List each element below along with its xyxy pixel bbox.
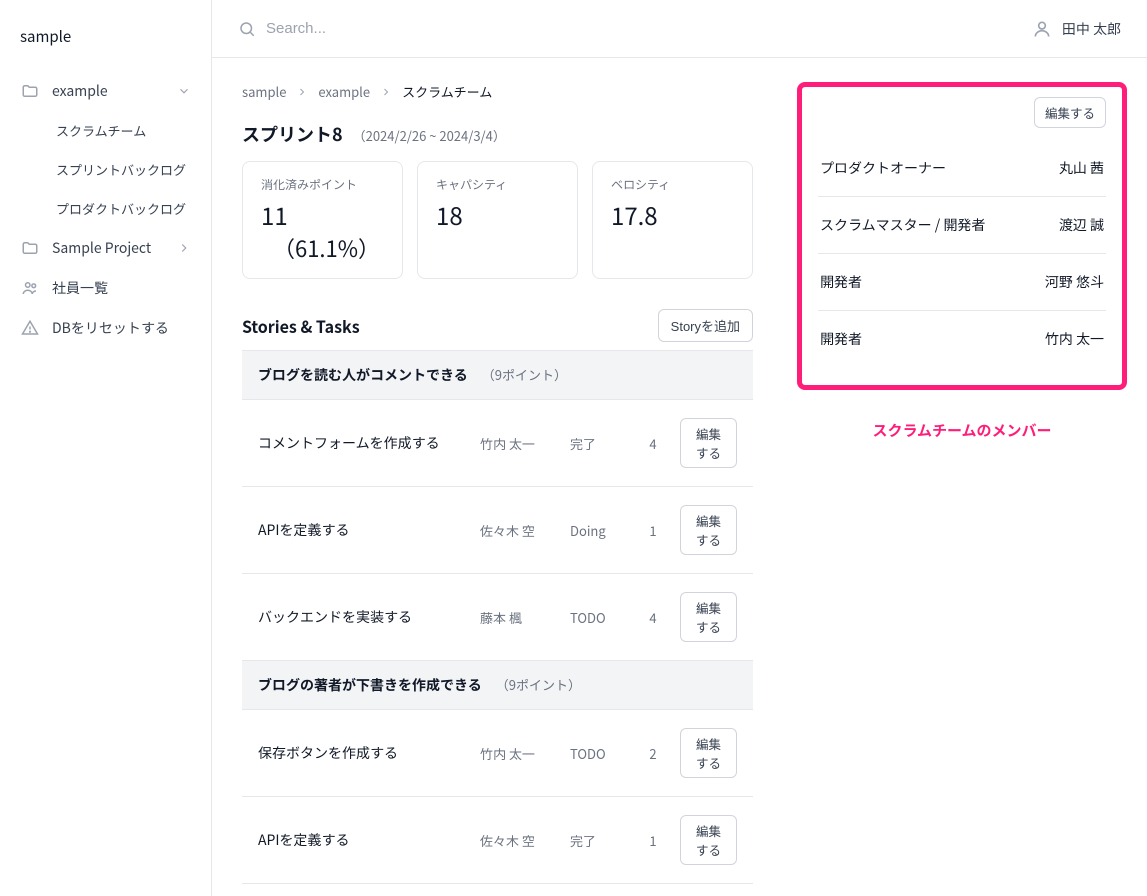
- topbar: 田中 太郎: [212, 0, 1147, 58]
- member-role: スクラムマスター / 開発者: [820, 215, 985, 235]
- task-points: 4: [638, 434, 668, 453]
- task-assignee: 竹内 太一: [480, 434, 558, 453]
- breadcrumb: sample example スクラムチーム: [242, 82, 753, 101]
- user-icon: [1032, 19, 1052, 39]
- stat-sub: （61.1%）: [261, 232, 384, 264]
- task-row: 保存ボタンを作成する竹内 太一 TODO 2 編集する: [242, 709, 753, 796]
- member-role: 開発者: [820, 272, 862, 292]
- edit-task-button[interactable]: 編集する: [680, 728, 737, 778]
- stories-title: Stories & Tasks: [242, 314, 360, 338]
- story-name: ブログの著者が下書きを作成できる: [258, 675, 482, 695]
- breadcrumb-current: スクラムチーム: [402, 82, 492, 101]
- member-name: 丸山 茜: [1059, 158, 1104, 178]
- user-menu[interactable]: 田中 太郎: [1032, 19, 1121, 39]
- chevron-down-icon: [177, 84, 191, 98]
- task-row: テーブル定義をする藤本 楓完了1編集する: [242, 883, 753, 896]
- task-status: TODO: [570, 608, 626, 627]
- task-assignee: 佐々木 空: [480, 831, 558, 850]
- task-points: 2: [638, 744, 668, 763]
- sprint-title: スプリント8: [242, 121, 343, 147]
- story-points: （9ポイント）: [496, 675, 581, 694]
- search-input[interactable]: [266, 20, 1018, 37]
- member-role: プロダクトオーナー: [820, 158, 946, 178]
- sprint-dates: （2024/2/26 ~ 2024/3/4）: [353, 126, 506, 145]
- stat-value: 11: [261, 199, 384, 230]
- edit-team-button[interactable]: 編集する: [1034, 97, 1106, 128]
- stat-consumed: 消化済みポイント 11 （61.1%）: [242, 161, 403, 279]
- chevron-right-icon: [177, 241, 191, 255]
- sidebar-item-db-reset[interactable]: DBをリセットする: [12, 308, 199, 348]
- stat-label: 消化済みポイント: [261, 176, 384, 193]
- team-caption: スクラムチームのメンバー: [797, 420, 1127, 441]
- sidebar-label: example: [52, 81, 108, 101]
- member-name: 渡辺 誠: [1059, 215, 1104, 235]
- task-assignee: 藤本 楓: [480, 608, 558, 627]
- task-status: TODO: [570, 744, 626, 763]
- member-row: 開発者 竹内 太一: [818, 311, 1106, 367]
- chevron-right-icon: [296, 86, 308, 98]
- stories-list: ブログを読む人がコメントできる（9ポイント）コメントフォームを作成する竹内 太一…: [242, 350, 753, 896]
- sidebar: sample example スクラムチーム スプリントバックログ プロダクトバ…: [0, 0, 212, 896]
- stat-value: 17.8: [611, 199, 734, 230]
- sidebar-label: 社員一覧: [52, 278, 108, 298]
- member-row: プロダクトオーナー 丸山 茜: [818, 140, 1106, 197]
- search-wrap: [238, 20, 1018, 38]
- task-status: Doing: [570, 521, 626, 540]
- stat-label: キャパシティ: [436, 176, 559, 193]
- task-points: 4: [638, 608, 668, 627]
- member-row: 開発者 河野 悠斗: [818, 254, 1106, 311]
- task-name: APIを定義する: [258, 830, 468, 850]
- add-story-button[interactable]: Storyを追加: [658, 309, 753, 342]
- task-name: APIを定義する: [258, 520, 468, 540]
- task-assignee: 竹内 太一: [480, 744, 558, 763]
- story-points: （9ポイント）: [482, 365, 567, 384]
- task-row: APIを定義する佐々木 空 Doing 1 編集する: [242, 486, 753, 573]
- sidebar-item-employees[interactable]: 社員一覧: [12, 268, 199, 308]
- edit-task-button[interactable]: 編集する: [680, 505, 737, 555]
- task-name: バックエンドを実装する: [258, 607, 468, 627]
- stat-capacity: キャパシティ 18: [417, 161, 578, 279]
- team-card: 編集する プロダクトオーナー 丸山 茜スクラムマスター / 開発者 渡辺 誠開発者 河…: [797, 82, 1127, 390]
- sidebar-item-example[interactable]: example: [12, 71, 199, 111]
- task-row: APIを定義する佐々木 空完了 1 編集する: [242, 796, 753, 883]
- users-icon: [20, 278, 40, 298]
- member-role: 開発者: [820, 329, 862, 349]
- member-name: 竹内 太一: [1045, 329, 1104, 349]
- breadcrumb-link[interactable]: example: [318, 82, 370, 101]
- stat-velocity: ベロシティ 17.8: [592, 161, 753, 279]
- sidebar-sub-product-backlog[interactable]: プロダクトバックログ: [12, 189, 199, 228]
- sidebar-item-sample-project[interactable]: Sample Project: [12, 228, 199, 268]
- task-assignee: 佐々木 空: [480, 521, 558, 540]
- task-points: 1: [638, 831, 668, 850]
- search-icon: [238, 20, 256, 38]
- task-status: 完了: [570, 831, 626, 850]
- stat-value: 18: [436, 199, 559, 230]
- edit-task-button[interactable]: 編集する: [680, 418, 737, 468]
- sidebar-sub-sprint-backlog[interactable]: スプリントバックログ: [12, 150, 199, 189]
- task-points: 1: [638, 521, 668, 540]
- folder-icon: [20, 238, 40, 258]
- app-logo: sample: [12, 16, 199, 71]
- task-row: コメントフォームを作成する竹内 太一完了 4 編集する: [242, 399, 753, 486]
- sidebar-label: Sample Project: [52, 238, 151, 258]
- task-status: 完了: [570, 434, 626, 453]
- member-row: スクラムマスター / 開発者 渡辺 誠: [818, 197, 1106, 254]
- folder-icon: [20, 81, 40, 101]
- stat-label: ベロシティ: [611, 176, 734, 193]
- task-name: 保存ボタンを作成する: [258, 743, 468, 763]
- story-header: ブログの著者が下書きを作成できる （9ポイント）: [242, 660, 753, 709]
- member-name: 河野 悠斗: [1045, 272, 1104, 292]
- story-name: ブログを読む人がコメントできる: [258, 365, 468, 385]
- task-name: コメントフォームを作成する: [258, 433, 468, 453]
- sidebar-label: DBをリセットする: [52, 318, 169, 338]
- chevron-right-icon: [380, 86, 392, 98]
- breadcrumb-link[interactable]: sample: [242, 82, 286, 101]
- story-header: ブログを読む人がコメントできる （9ポイント）: [242, 350, 753, 399]
- edit-task-button[interactable]: 編集する: [680, 815, 737, 865]
- warning-icon: [20, 318, 40, 338]
- sidebar-sub-scrum-team[interactable]: スクラムチーム: [12, 111, 199, 150]
- edit-task-button[interactable]: 編集する: [680, 592, 737, 642]
- task-row: バックエンドを実装する藤本 楓 TODO 4 編集する: [242, 573, 753, 660]
- user-name: 田中 太郎: [1062, 19, 1121, 39]
